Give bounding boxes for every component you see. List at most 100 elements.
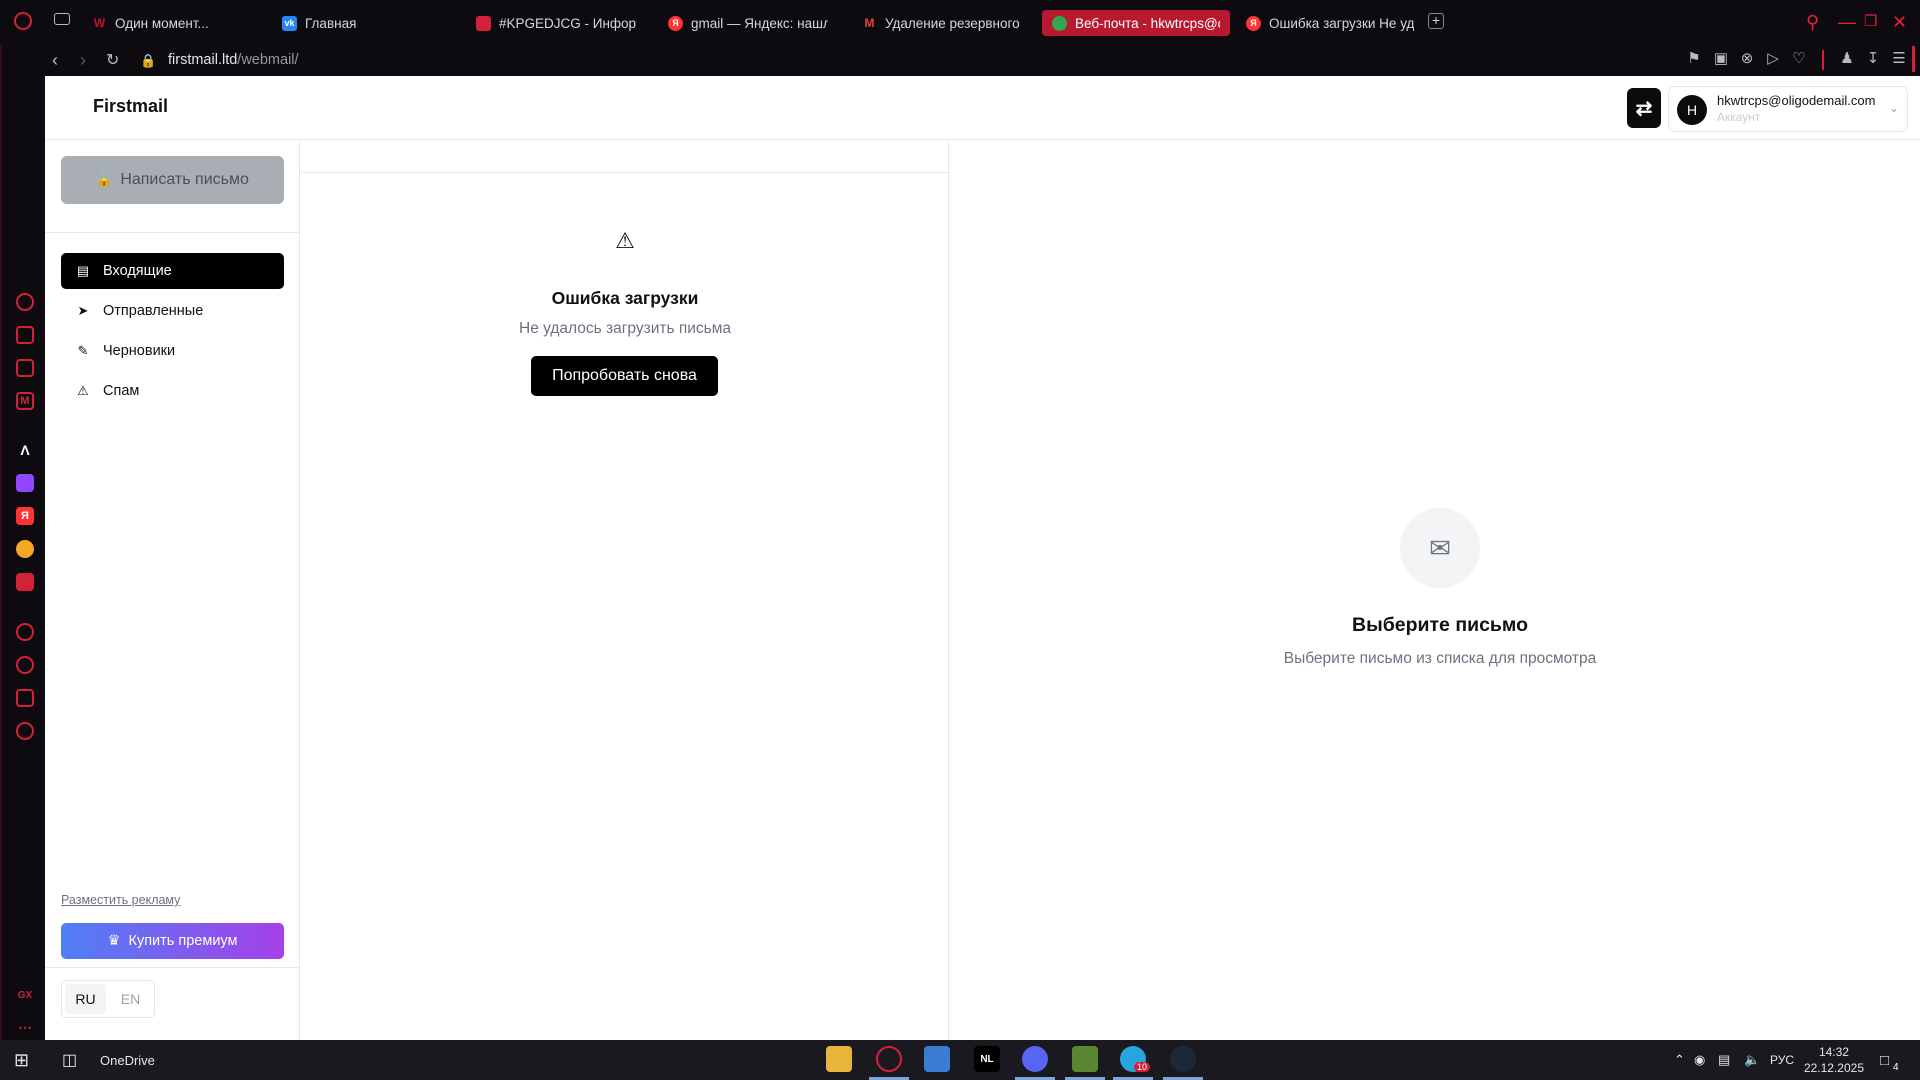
input-language[interactable]: РУС	[1770, 1048, 1794, 1072]
compose-label: Написать письмо	[120, 171, 249, 188]
buy-premium-button[interactable]: ♛ Купить премиум	[61, 923, 284, 959]
minecraft-icon[interactable]	[1072, 1046, 1098, 1072]
reload-icon[interactable]: ↻	[106, 50, 119, 70]
volume-icon[interactable]: 🔈	[1744, 1048, 1760, 1072]
error-subtitle: Не удалось загрузить письма	[519, 320, 731, 337]
browser-tab-4[interactable]: M Удаление резервного е	[852, 10, 1032, 36]
gamepad-icon[interactable]	[54, 13, 70, 25]
folder-sidebar: 🔒 Написать письмо ▤ Входящие ➤ Отправлен…	[45, 140, 300, 1040]
history-icon[interactable]	[16, 656, 34, 674]
gx-control-icon[interactable]	[16, 326, 34, 344]
minimize-icon[interactable]: —	[1838, 12, 1856, 32]
tab-title: Ошибка загрузки Не уда	[1269, 15, 1414, 31]
restore-icon[interactable]: ❐	[1864, 12, 1877, 32]
browser-tab-5[interactable]: Веб-почта - hkwtrcps@o	[1042, 10, 1230, 36]
tab-title: gmail — Яндекс: нашлос	[691, 15, 828, 31]
clock-date: 22.12.2025	[1803, 1061, 1864, 1075]
browser-tab-0[interactable]: W Один момент...	[82, 10, 262, 36]
onedrive-label[interactable]: OneDrive	[100, 1048, 155, 1072]
advertise-link[interactable]: Разместить рекламу	[61, 893, 180, 907]
browser-tab-3[interactable]: Я gmail — Яндекс: нашлос	[658, 10, 838, 36]
yandex-icon: Я	[668, 15, 683, 31]
lang-en-button[interactable]: EN	[110, 984, 151, 1014]
avatar: H	[1677, 95, 1707, 125]
new-tab-button[interactable]: +	[1428, 13, 1444, 29]
error-title: Ошибка загрузки	[551, 288, 699, 308]
windows-taskbar: ⊞ ◫ OneDrive NL 10 ⌃ ◉ ▤ 🔈 РУС 14:32 22.…	[0, 1040, 1920, 1080]
compose-button[interactable]: 🔒 Написать письмо	[61, 156, 284, 204]
retry-button[interactable]: Попробовать снова	[531, 356, 718, 396]
tab-title: Удаление резервного е	[885, 15, 1022, 31]
more-icon[interactable]: ⋯	[16, 1018, 34, 1036]
lang-ru-button[interactable]: RU	[65, 984, 106, 1014]
network-icon[interactable]: ▤	[1718, 1048, 1730, 1072]
chevron-up-icon[interactable]: ⌃	[1674, 1048, 1685, 1072]
webmail-app: Firstmail ⇄ H hkwtrcps@oligodemail.com А…	[45, 76, 1920, 1040]
browser-tab-2[interactable]: #KPGEDJCG - Информа	[466, 10, 646, 36]
brand-title[interactable]: Firstmail	[93, 96, 168, 117]
windows-start-icon[interactable]: ⊞	[14, 1048, 29, 1072]
folder-inbox[interactable]: ▤ Входящие	[61, 253, 284, 289]
gx-mail-icon[interactable]: M	[16, 392, 34, 410]
gx-corner-icon[interactable]	[16, 359, 34, 377]
yandex-icon[interactable]: Я	[16, 507, 34, 525]
warning-icon: ⚠	[615, 228, 635, 253]
bookmark-icon[interactable]: ⚑	[1685, 50, 1703, 68]
player-icon[interactable]	[16, 623, 34, 641]
divider	[45, 232, 300, 233]
twitch-icon[interactable]	[16, 474, 34, 492]
notification-count: 4	[1893, 1062, 1899, 1073]
yandex-icon: Я	[1246, 15, 1261, 31]
crown-icon: ♛	[107, 933, 121, 949]
tab-title: #KPGEDJCG - Информа	[499, 15, 636, 31]
shield-icon	[476, 15, 491, 31]
divider	[301, 172, 949, 173]
speed-dial-icon[interactable]	[16, 293, 34, 311]
url-host: firstmail.ltd	[168, 52, 238, 68]
empty-view-subtitle: Выберите письмо из списка для просмотра	[1283, 650, 1597, 667]
adblock-icon[interactable]: ⊗	[1738, 50, 1756, 68]
forward-icon[interactable]: ›	[80, 50, 86, 71]
nl-app-icon[interactable]: NL	[974, 1046, 1000, 1072]
extensions-icon[interactable]	[16, 689, 34, 707]
heart-icon[interactable]: ♡	[1790, 50, 1808, 68]
folder-sent[interactable]: ➤ Отправленные	[61, 293, 284, 329]
profile-icon[interactable]: ♟	[1838, 50, 1856, 68]
download-icon[interactable]: ↧	[1864, 50, 1882, 68]
webcam-icon[interactable]: ◉	[1694, 1048, 1705, 1072]
folder-drafts[interactable]: ✎ Черновики	[61, 333, 284, 369]
search-tabs-icon[interactable]: ⚲	[1806, 12, 1819, 32]
folder-spam[interactable]: ⚠ Спам	[61, 373, 284, 409]
browser-tab-6[interactable]: Я Ошибка загрузки Не уда	[1236, 10, 1424, 36]
store-icon[interactable]	[924, 1046, 950, 1072]
messenger-icon[interactable]	[16, 540, 34, 558]
notification-center-icon[interactable]: □	[1880, 1048, 1889, 1072]
menu-icon[interactable]: ☰	[1890, 50, 1908, 68]
gx-logo-icon[interactable]: GX	[16, 986, 34, 1004]
browser-tab-bar: W Один момент... vk Главная #KPGEDJCG - …	[0, 0, 1920, 44]
opera-gx-icon[interactable]	[876, 1046, 902, 1072]
language-switcher: RU EN	[61, 980, 155, 1018]
url-field[interactable]: firstmail.ltd/webmail/	[168, 52, 299, 68]
folder-label: Спам	[103, 383, 140, 399]
edit-icon: ✎	[77, 343, 89, 358]
opera-logo-icon[interactable]	[14, 12, 32, 30]
close-window-icon[interactable]: ✕	[1892, 12, 1907, 32]
account-menu[interactable]: H hkwtrcps@oligodemail.com Аккаунт ⌄	[1668, 86, 1908, 132]
aria-icon[interactable]: Λ	[16, 441, 34, 459]
file-explorer-icon[interactable]	[826, 1046, 852, 1072]
snapshot-icon[interactable]: ▣	[1712, 50, 1730, 68]
task-view-icon[interactable]: ◫	[62, 1048, 77, 1072]
play-icon[interactable]: ▷	[1764, 50, 1782, 68]
steam-icon[interactable]	[1170, 1046, 1196, 1072]
refresh-button[interactable]: ⇄	[1627, 88, 1661, 128]
tab-title: Главная	[305, 15, 357, 31]
sidebar-edge	[1912, 46, 1915, 72]
discord-icon[interactable]	[1022, 1046, 1048, 1072]
browser-tab-1[interactable]: vk Главная	[272, 10, 452, 36]
app-header: Firstmail ⇄ H hkwtrcps@oligodemail.com А…	[45, 76, 1920, 140]
system-clock[interactable]: 14:32 22.12.2025	[1804, 1044, 1864, 1076]
back-icon[interactable]: ‹	[52, 50, 58, 71]
settings-icon[interactable]	[16, 722, 34, 740]
chess-icon[interactable]	[16, 573, 34, 591]
